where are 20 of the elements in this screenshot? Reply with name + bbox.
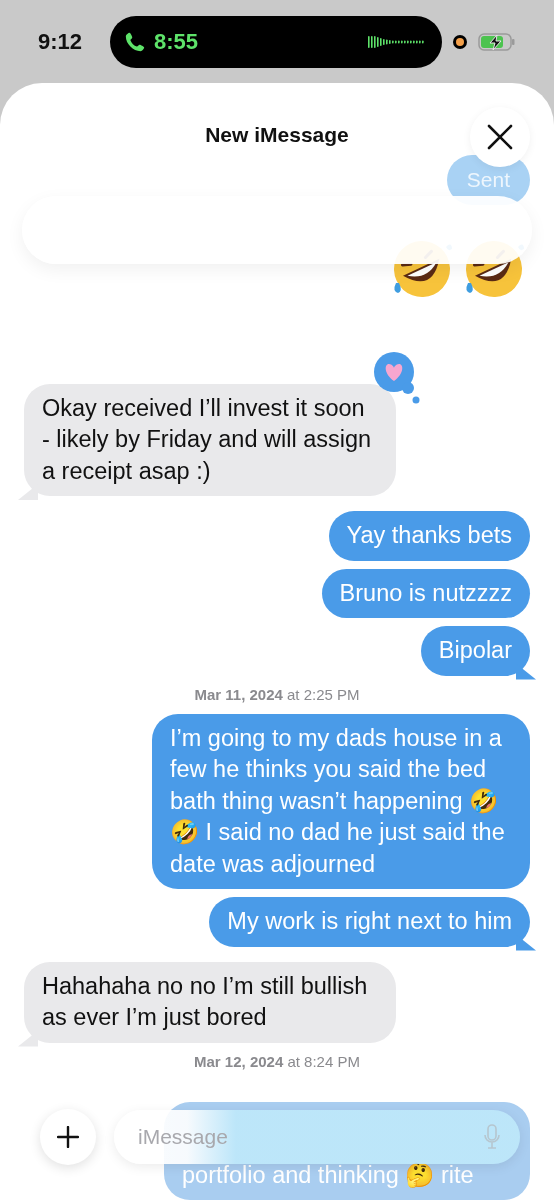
message-bubble: Bipolar	[420, 626, 530, 676]
message-bubble: I’m going to my dads house in a few he thinks you said the bed bath thing wasn’t happening 🤣 🤣 I said no dad he just said the date was adjourned	[152, 713, 530, 889]
status-time: 9:12	[38, 28, 84, 55]
message-bubble: Yay thanks bets	[328, 511, 530, 561]
message-bubble: My work is right next to him	[209, 897, 530, 947]
timestamp: Mar 11, 2024 at 2:25 PM	[194, 685, 360, 703]
add-button[interactable]	[40, 1109, 96, 1165]
microphone-icon	[484, 1124, 500, 1150]
timestamp: Mar 12, 2024 at 8:24 PM	[194, 1052, 360, 1070]
message-bubble: Hahahaha no no I’m still bullish as ever I’m just bored	[24, 961, 396, 1043]
recording-dot-icon	[452, 33, 468, 50]
battery-charging-icon	[478, 31, 516, 52]
message-field[interactable]: iMessage	[114, 1110, 520, 1164]
plus-icon	[57, 1126, 79, 1148]
close-icon	[487, 124, 513, 150]
waveform-icon	[368, 34, 424, 49]
sheet-title: New iMessage	[205, 123, 349, 148]
call-timer: 8:55	[154, 28, 199, 55]
message-bubble: Okay received I’ll invest it soon - likely by Friday and will assign a receipt asap :)	[24, 383, 396, 496]
message-bubble: Bruno is nutzzzz	[321, 568, 530, 618]
